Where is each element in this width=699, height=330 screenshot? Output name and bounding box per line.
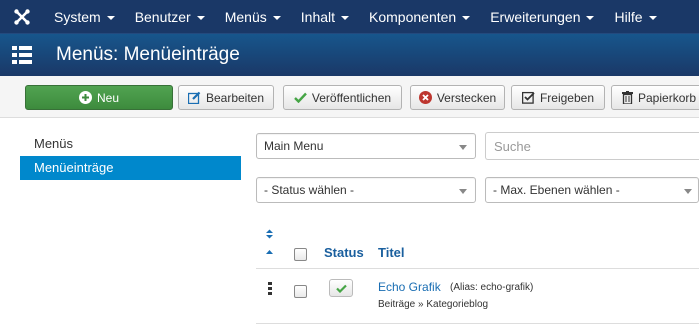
caret-down-icon (462, 15, 471, 20)
caret-down-icon (272, 15, 281, 20)
unpublish-button[interactable]: Verstecken (410, 85, 505, 110)
menu-select-value: Main Menu (264, 139, 324, 153)
unpublish-button-label: Verstecken (436, 90, 497, 105)
item-type: Beiträge » Kategorieblog (378, 299, 489, 310)
plus-circle-icon (78, 91, 92, 104)
nav-menu-hilfe-label: Hilfe (614, 8, 643, 25)
trash-button-label: Papierkorb (638, 90, 697, 105)
nav-menu-benutzer-label: Benutzer (134, 8, 191, 25)
cancel-circle-icon (418, 91, 432, 104)
check-icon (335, 281, 347, 296)
nav-menu-menues[interactable]: Menüs (215, 0, 291, 33)
trash-icon (622, 91, 633, 104)
select-all-checkbox[interactable] (294, 248, 307, 261)
joomla-logo-icon[interactable] (0, 0, 44, 33)
header-divider (256, 268, 699, 269)
nav-menu-erweiterungen-label: Erweiterungen (490, 8, 581, 25)
row-divider (256, 323, 699, 324)
status-select-value: - Status wählen - (264, 183, 355, 197)
new-button-label: Neu (96, 90, 119, 105)
chevron-down-icon (459, 145, 467, 150)
edit-button-label: Bearbeiten (205, 90, 265, 105)
nav-menu-erweiterungen[interactable]: Erweiterungen (480, 0, 604, 33)
trash-button[interactable]: Papierkorb (611, 85, 699, 110)
check-icon (294, 92, 307, 103)
list-icon (0, 46, 44, 64)
nav-menu-inhalt-label: Inhalt (300, 8, 336, 25)
page-header: Menüs: Menüeinträge (0, 33, 699, 76)
caret-down-icon (586, 15, 595, 20)
menu-select[interactable]: Main Menu (256, 133, 476, 159)
publish-button-label: Veröffentlichen (311, 90, 392, 105)
sidebar-item-menues[interactable]: Menüs (20, 132, 241, 156)
levels-select-value: - Max. Ebenen wählen - (493, 183, 620, 197)
nav-menu-hilfe[interactable]: Hilfe (604, 0, 666, 33)
search-input[interactable]: Suche (485, 132, 699, 160)
chevron-down-icon (684, 189, 692, 194)
caret-down-icon (196, 15, 205, 20)
publish-button[interactable]: Veröffentlichen (283, 85, 402, 110)
toolbar: Neu Bearbeiten Veröffentlichen Verstecke… (0, 76, 699, 118)
published-toggle-button[interactable] (329, 279, 353, 297)
edit-icon (187, 91, 201, 104)
drag-handle-icon[interactable] (268, 282, 272, 299)
title-column-header[interactable]: Titel (378, 245, 405, 260)
sidebar-item-menueeintraege[interactable]: Menüeinträge (20, 156, 241, 180)
item-alias: (Alias: echo-grafik) (450, 282, 534, 293)
nav-menu-komponenten[interactable]: Komponenten (359, 0, 480, 33)
page-title: Menüs: Menüeinträge (56, 44, 240, 65)
checkin-button[interactable]: Freigeben (511, 85, 605, 110)
caret-down-icon (106, 15, 115, 20)
sidebar: Menüs Menüeinträge (20, 132, 241, 180)
caret-down-icon (341, 15, 350, 20)
nav-menu-system[interactable]: System (44, 0, 125, 33)
chevron-down-icon (459, 189, 467, 194)
caret-down-icon (648, 15, 657, 20)
checkin-button-label: Freigeben (539, 90, 595, 105)
nav-menu-system-label: System (54, 8, 101, 25)
item-title-link[interactable]: Echo Grafik (378, 280, 441, 294)
nav-menu-inhalt[interactable]: Inhalt (291, 0, 359, 33)
checkbox-icon (521, 91, 535, 104)
levels-select[interactable]: - Max. Ebenen wählen - (485, 177, 699, 203)
nav-menu-komponenten-label: Komponenten (369, 8, 457, 25)
status-column-header[interactable]: Status (324, 245, 364, 260)
status-select[interactable]: - Status wählen - (256, 177, 476, 203)
new-button[interactable]: Neu (25, 85, 173, 110)
nav-menu-benutzer[interactable]: Benutzer (125, 0, 215, 33)
top-navbar: System Benutzer Menüs Inhalt Komponenten… (0, 0, 699, 33)
search-placeholder: Suche (494, 138, 531, 154)
row-checkbox[interactable] (294, 285, 307, 298)
nav-menu-menues-label: Menüs (224, 8, 267, 25)
edit-button[interactable]: Bearbeiten (178, 85, 274, 110)
ordering-sort-icon[interactable] (265, 229, 274, 260)
